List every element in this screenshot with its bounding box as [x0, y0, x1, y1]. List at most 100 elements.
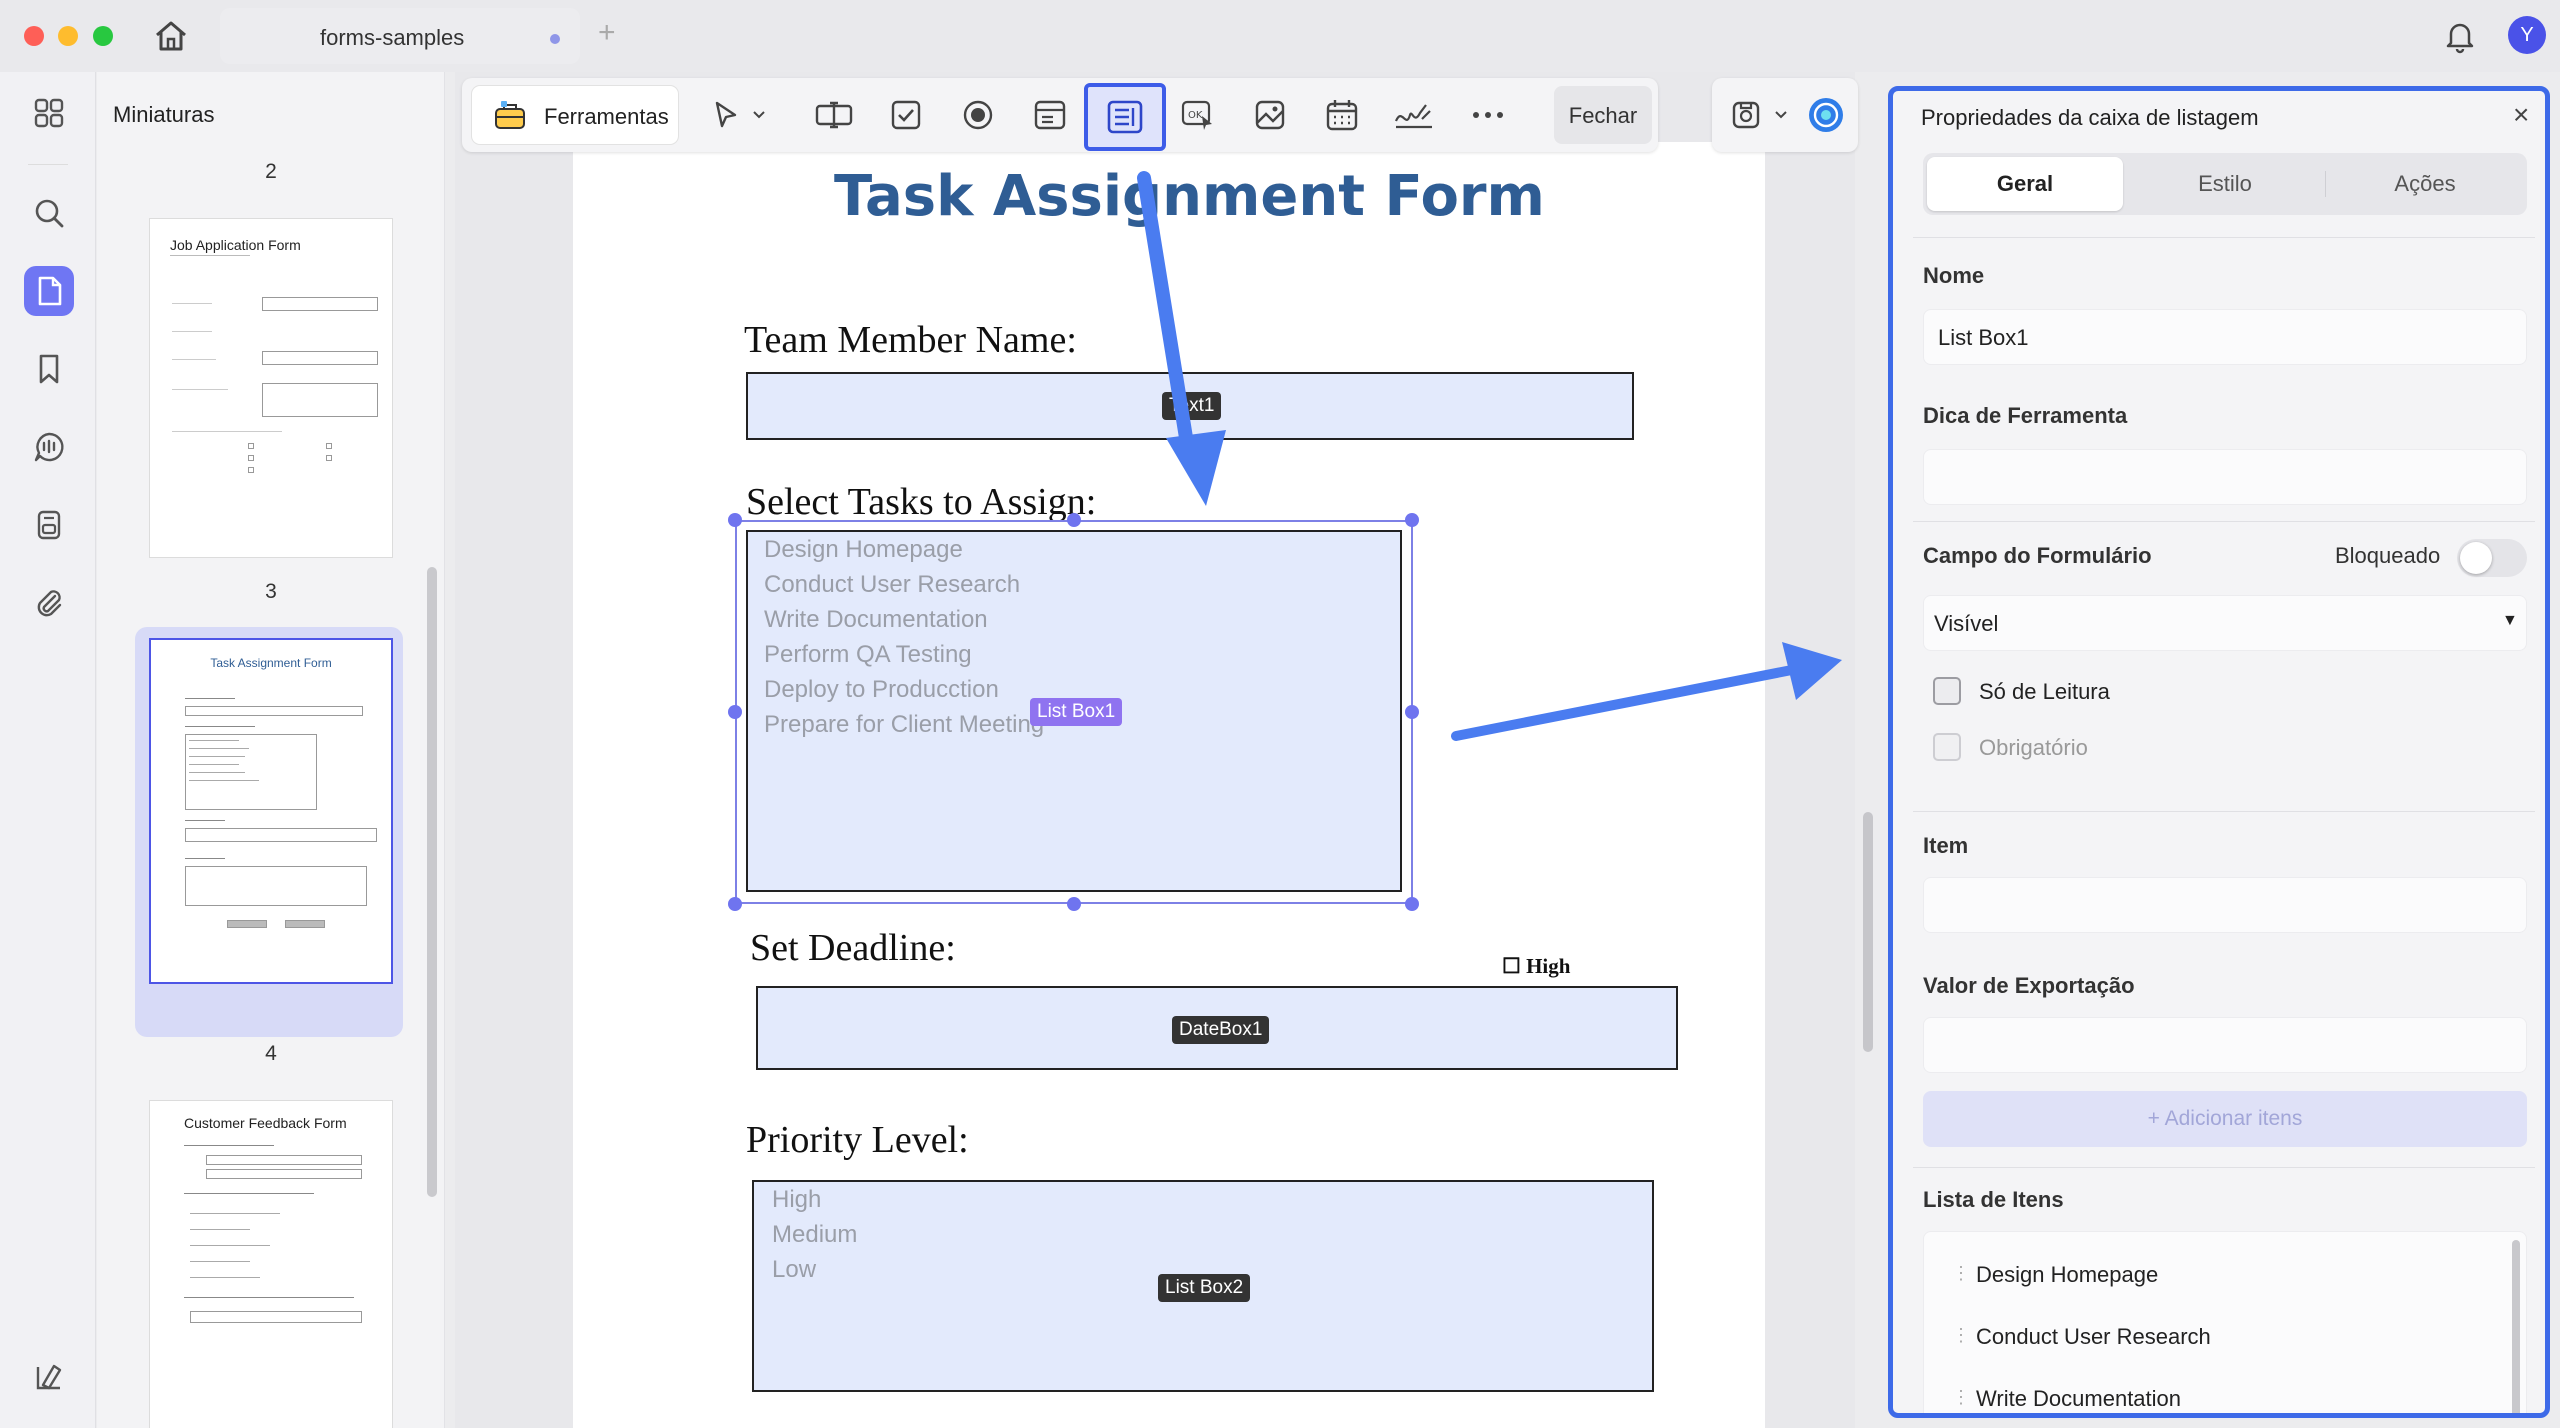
home-icon[interactable]: [152, 18, 190, 54]
resize-handle[interactable]: [1067, 897, 1081, 911]
zoom-window-button[interactable]: [93, 26, 113, 46]
pages-icon[interactable]: [24, 266, 74, 316]
rail-divider: [28, 164, 68, 165]
add-items-button[interactable]: + Adicionar itens: [1923, 1091, 2527, 1147]
drag-handle-icon[interactable]: ⋮: [1952, 1325, 1970, 1346]
tab-style[interactable]: Estilo: [2127, 157, 2323, 211]
resize-handle[interactable]: [728, 513, 742, 527]
required-checkbox[interactable]: [1933, 733, 1961, 761]
export-value-field[interactable]: [1923, 1017, 2527, 1073]
thumbnails-scrollbar[interactable]: [427, 567, 437, 1197]
resize-handle[interactable]: [728, 705, 742, 719]
left-icon-rail: [0, 72, 96, 1428]
toolbox-icon: [492, 98, 528, 132]
tooltip-label: Dica de Ferramenta: [1923, 403, 2128, 428]
locked-toggle[interactable]: [2457, 539, 2527, 577]
chevron-down-icon[interactable]: [746, 93, 772, 137]
canvas-scrollbar[interactable]: [1863, 812, 1873, 1052]
combo-box-icon[interactable]: [1028, 93, 1072, 137]
form-toolbar: Ferramentas OK Fechar: [462, 78, 1658, 152]
list-option[interactable]: High: [772, 1186, 821, 1214]
document-tab[interactable]: forms-samples: [220, 8, 580, 64]
list-option[interactable]: Prepare for Client Meeting: [764, 711, 1044, 739]
name-label: Nome: [1923, 263, 1985, 288]
list-box-1[interactable]: Design Homepage Conduct User Research Wr…: [746, 530, 1402, 892]
tools-button[interactable]: Ferramentas: [472, 86, 678, 144]
bell-icon[interactable]: [2442, 18, 2478, 54]
thumbnail-title: Job Application Form: [170, 237, 301, 253]
add-tab-icon[interactable]: +: [598, 16, 616, 50]
list-option[interactable]: Design Homepage: [764, 536, 963, 564]
tooltip-field[interactable]: [1923, 449, 2527, 505]
toggle-knob: [2460, 542, 2492, 574]
date-field-icon[interactable]: [1320, 93, 1364, 137]
drag-handle-icon[interactable]: ⋮: [1952, 1387, 1970, 1408]
deadline-date-field[interactable]: DateBox1: [756, 986, 1678, 1070]
document-stack-icon[interactable]: [24, 500, 74, 550]
bookmark-icon[interactable]: [24, 344, 74, 394]
section-divider: [1913, 1167, 2535, 1168]
list-item-label: Design Homepage: [1976, 1262, 2159, 1287]
thumbnail-page-3[interactable]: Job Application Form: [149, 218, 393, 558]
resize-handle[interactable]: [1405, 705, 1419, 719]
list-option[interactable]: Medium: [772, 1221, 857, 1249]
list-option[interactable]: Perform QA Testing: [764, 641, 972, 669]
name-field[interactable]: List Box1: [1923, 309, 2527, 365]
close-icon[interactable]: ×: [2513, 99, 2529, 131]
chevron-down-icon[interactable]: [1768, 93, 1794, 137]
document-tab-title: forms-samples: [320, 25, 465, 50]
item-field[interactable]: [1923, 877, 2527, 933]
visibility-select[interactable]: Visível ▼: [1923, 595, 2527, 651]
list-option[interactable]: Conduct User Research: [764, 571, 1020, 599]
thumbnail-page-5[interactable]: Customer Feedback Form: [149, 1100, 393, 1428]
checkbox-icon[interactable]: [884, 93, 928, 137]
list-option[interactable]: Write Documentation: [764, 606, 988, 634]
export-value-label: Valor de Exportação: [1923, 973, 2135, 998]
minimize-window-button[interactable]: [58, 26, 78, 46]
drag-handle-icon[interactable]: ⋮: [1952, 1263, 1970, 1284]
image-field-icon[interactable]: [1248, 93, 1292, 137]
avatar[interactable]: Y: [2508, 16, 2546, 54]
resize-handle[interactable]: [728, 897, 742, 911]
button-icon[interactable]: OK: [1176, 93, 1220, 137]
text-field-icon[interactable]: [812, 93, 856, 137]
grid-icon[interactable]: [24, 88, 74, 138]
close-window-button[interactable]: [24, 26, 44, 46]
resize-handle[interactable]: [1067, 513, 1081, 527]
search-icon[interactable]: [24, 188, 74, 238]
list-item[interactable]: ⋮ Conduct User Research: [1924, 1306, 2484, 1366]
thumbnails-title: Miniaturas: [113, 102, 215, 127]
items-scrollbar[interactable]: [2512, 1240, 2520, 1413]
thumbnails-panel: Miniaturas 2 Job Application Form 3 Task…: [97, 72, 445, 1428]
list-box-icon[interactable]: [1084, 83, 1166, 151]
signature-icon[interactable]: [1392, 93, 1436, 137]
list-item[interactable]: ⋮ Design Homepage: [1924, 1244, 2484, 1304]
tab-general[interactable]: Geral: [1927, 157, 2123, 211]
resize-handle[interactable]: [1405, 513, 1419, 527]
list-item[interactable]: ⋮ Write Documentation: [1924, 1368, 2484, 1413]
close-form-edit-button[interactable]: Fechar: [1554, 86, 1652, 144]
high-checkbox-label[interactable]: ☐ High: [1502, 954, 1570, 979]
secondary-toolbar: [1712, 78, 1858, 152]
form-field-label: Campo do Formulário: [1923, 543, 2152, 568]
tab-actions[interactable]: Ações: [2327, 157, 2523, 211]
list-option[interactable]: Low: [772, 1256, 816, 1284]
comment-icon[interactable]: [24, 422, 74, 472]
attachment-icon[interactable]: [24, 578, 74, 628]
pointer-icon[interactable]: [704, 93, 748, 137]
sidebar-toggle-icon[interactable]: [24, 1352, 74, 1402]
more-icon[interactable]: [1466, 93, 1510, 137]
team-member-text-field[interactable]: Text1: [746, 372, 1634, 440]
radio-button-icon[interactable]: [956, 93, 1000, 137]
text-field-tag: Text1: [1162, 392, 1222, 420]
readonly-checkbox[interactable]: [1933, 677, 1961, 705]
list-option[interactable]: Deploy to Producction: [764, 676, 999, 704]
thumbnail-page-4[interactable]: Task Assignment Form: [149, 638, 393, 984]
list-box-2[interactable]: High Medium Low List Box2: [752, 1180, 1654, 1392]
form-tools-icon[interactable]: [1724, 93, 1768, 137]
date-field-tag: DateBox1: [1172, 1016, 1270, 1044]
resize-handle[interactable]: [1405, 897, 1419, 911]
ai-assistant-icon[interactable]: [1804, 93, 1848, 137]
required-label: Obrigatório: [1979, 735, 2088, 760]
page-number: 2: [265, 160, 277, 183]
